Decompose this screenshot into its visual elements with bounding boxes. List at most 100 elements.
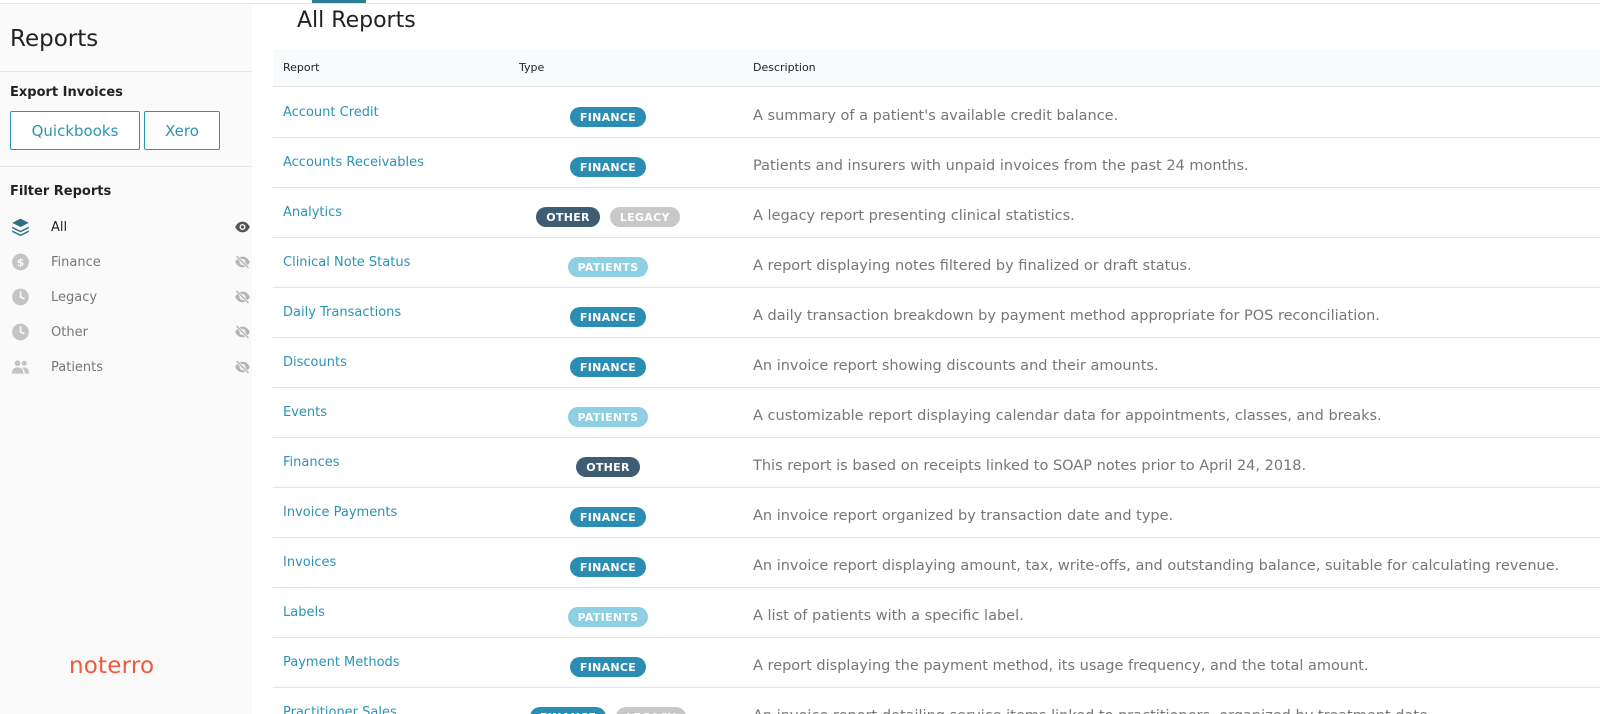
column-header-description[interactable]: Description (753, 61, 816, 74)
report-type-badges: OTHER LEGACY (508, 207, 708, 227)
filter-label: Patients (51, 360, 104, 375)
type-badge-finance: FINANCE (569, 107, 647, 127)
eye-slash-icon[interactable] (234, 324, 251, 340)
filter-legacy[interactable]: Legacy (0, 282, 252, 312)
table-row[interactable]: Daily Transactions FINANCE A daily transac… (273, 288, 1600, 338)
report-description: An invoice report detailing service item… (753, 708, 1433, 714)
type-badge-other: OTHER (536, 207, 600, 227)
filter-all[interactable]: All (0, 212, 252, 242)
divider (0, 71, 252, 72)
type-badge-finance: FINANCE (529, 707, 607, 714)
filter-label: All (51, 220, 68, 235)
filter-reports-heading: Filter Reports (10, 184, 112, 199)
report-type-badges: FINANCE (508, 107, 708, 127)
report-link[interactable]: Practitioner Sales (283, 705, 397, 714)
filter-other[interactable]: Other (0, 317, 252, 347)
filter-label: Other (51, 325, 88, 340)
report-link[interactable]: Labels (283, 605, 325, 620)
report-description: A customizable report displaying calenda… (753, 408, 1382, 424)
report-description: A report displaying notes filtered by fi… (753, 258, 1192, 274)
type-badge-finance: FINANCE (569, 157, 647, 177)
table-row[interactable]: Accounts Receivables FINANCE Patients and … (273, 138, 1600, 188)
report-type-badges: PATIENTS (508, 257, 708, 277)
table-row[interactable]: Invoices FINANCE An invoice report display… (273, 538, 1600, 588)
eye-slash-icon[interactable] (234, 254, 251, 270)
report-type-badges: FINANCE (508, 307, 708, 327)
svg-text:$: $ (17, 256, 25, 269)
report-description: A report displaying the payment method, … (753, 658, 1369, 674)
report-type-badges: FINANCE (508, 157, 708, 177)
type-badge-legacy: LEGACY (609, 207, 680, 227)
report-type-badges: FINANCE LEGACY (508, 707, 708, 714)
report-description: This report is based on receipts linked … (753, 458, 1307, 474)
table-row[interactable]: Discounts FINANCE An invoice report showin… (273, 338, 1600, 388)
people-icon (11, 360, 30, 374)
filter-patients[interactable]: Patients (0, 352, 252, 382)
column-header-report[interactable]: Report (283, 61, 319, 74)
clock-icon (12, 288, 29, 306)
report-description: A legacy report presenting clinical stat… (753, 208, 1075, 224)
table-row[interactable]: Events PATIENTS A customizable report disp… (273, 388, 1600, 438)
divider (0, 166, 252, 167)
xero-button[interactable]: Xero (144, 111, 220, 150)
clock-icon (12, 323, 29, 341)
report-type-badges: PATIENTS (508, 407, 708, 427)
report-link[interactable]: Events (283, 405, 327, 420)
table-row[interactable]: Finances OTHER This report is based on rec… (273, 438, 1600, 488)
layers-icon (12, 218, 29, 237)
filter-label: Legacy (51, 290, 98, 305)
table-header: Report Type Description (273, 49, 1600, 87)
type-badge-patients: PATIENTS (567, 607, 649, 627)
table-row[interactable]: Clinical Note Status PATIENTS A report dis… (273, 238, 1600, 288)
table-row[interactable]: Practitioner Sales FINANCE LEGACY An invoic… (273, 688, 1600, 714)
eye-slash-icon[interactable] (234, 289, 251, 305)
type-badge-patients: PATIENTS (567, 407, 649, 427)
type-badge-finance: FINANCE (569, 557, 647, 577)
report-link[interactable]: Invoice Payments (283, 505, 397, 520)
report-type-badges: FINANCE (508, 657, 708, 677)
report-link[interactable]: Payment Methods (283, 655, 400, 670)
sidebar: Reports Export Invoices Quickbooks Xero … (0, 4, 252, 714)
report-description: A daily transaction breakdown by payment… (753, 308, 1380, 324)
table-row[interactable]: Analytics OTHER LEGACY A legacy report pres… (273, 188, 1600, 238)
report-description: An invoice report showing discounts and … (753, 358, 1159, 374)
report-type-badges: PATIENTS (508, 607, 708, 627)
report-description: An invoice report organized by transacti… (753, 508, 1174, 524)
type-badge-patients: PATIENTS (567, 257, 649, 277)
report-type-badges: FINANCE (508, 557, 708, 577)
type-badge-legacy: LEGACY (616, 707, 687, 714)
type-badge-finance: FINANCE (569, 657, 647, 677)
eye-icon[interactable] (234, 219, 251, 235)
report-description: A list of patients with a specific label… (753, 608, 1024, 624)
table-row[interactable]: Account Credit FINANCE A summary of a pati… (273, 88, 1600, 138)
report-type-badges: OTHER (508, 457, 708, 477)
report-description: Patients and insurers with unpaid invoic… (753, 158, 1249, 174)
report-link[interactable]: Discounts (283, 355, 347, 370)
report-link[interactable]: Finances (283, 455, 340, 470)
table-row[interactable]: Payment Methods FINANCE A report displayin… (273, 638, 1600, 688)
sidebar-title: Reports (10, 26, 99, 52)
quickbooks-button[interactable]: Quickbooks (10, 111, 140, 150)
active-tab-indicator (312, 0, 366, 3)
column-header-type[interactable]: Type (519, 61, 544, 74)
report-type-badges: FINANCE (508, 357, 708, 377)
filter-finance[interactable]: $ Finance (0, 247, 252, 277)
report-link[interactable]: Analytics (283, 205, 342, 220)
type-badge-finance: FINANCE (569, 357, 647, 377)
noterro-logo: noterro (69, 653, 155, 679)
page-title: All Reports (297, 8, 416, 33)
report-link[interactable]: Daily Transactions (283, 305, 401, 320)
report-link[interactable]: Accounts Receivables (283, 155, 424, 170)
report-description: An invoice report displaying amount, tax… (753, 558, 1560, 574)
type-badge-finance: FINANCE (569, 307, 647, 327)
report-link[interactable]: Clinical Note Status (283, 255, 410, 270)
dollar-icon: $ (12, 253, 29, 271)
report-link[interactable]: Invoices (283, 555, 336, 570)
report-link[interactable]: Account Credit (283, 105, 379, 120)
report-type-badges: FINANCE (508, 507, 708, 527)
table-row[interactable]: Labels PATIENTS A list of patients with a … (273, 588, 1600, 638)
eye-slash-icon[interactable] (234, 359, 251, 375)
filter-label: Finance (51, 255, 101, 270)
table-row[interactable]: Invoice Payments FINANCE An invoice report… (273, 488, 1600, 538)
export-invoices-heading: Export Invoices (10, 85, 123, 100)
